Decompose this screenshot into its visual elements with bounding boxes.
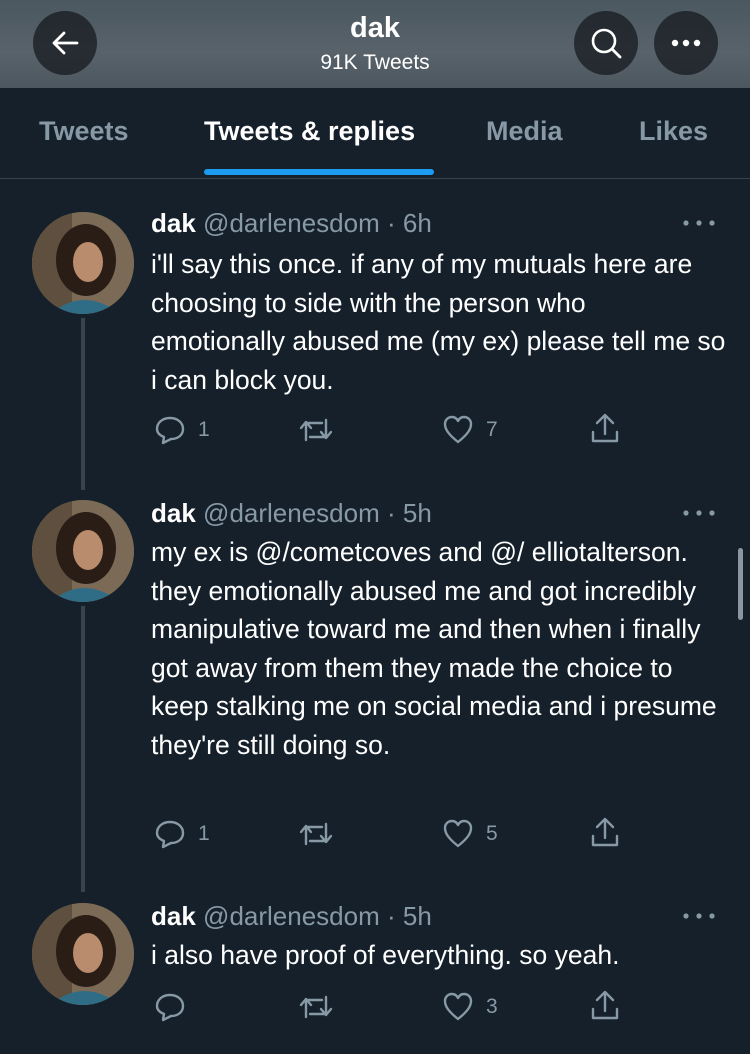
like-button[interactable]: 7 (442, 414, 498, 446)
reply-count: 1 (198, 418, 210, 441)
avatar[interactable] (32, 500, 134, 602)
more-button[interactable] (654, 11, 718, 75)
more-options-icon[interactable] (681, 216, 717, 230)
share-button[interactable] (589, 989, 621, 1023)
retweet-button[interactable] (298, 818, 334, 850)
timestamp[interactable]: · 5h (387, 901, 432, 931)
heart-icon (443, 415, 473, 444)
timestamp[interactable]: · 6h (387, 208, 432, 238)
reply-icon (155, 416, 185, 445)
retweet-button[interactable] (298, 991, 334, 1023)
reply-icon (155, 820, 185, 849)
more-options-icon[interactable] (681, 909, 717, 923)
avatar-image (32, 500, 134, 602)
tab-likes[interactable]: Likes (639, 116, 708, 147)
display-name[interactable]: dak (151, 498, 196, 528)
timestamp[interactable]: · 5h (387, 498, 432, 528)
scrollbar[interactable] (738, 548, 743, 620)
display-name[interactable]: dak (151, 901, 196, 931)
retweet-icon (299, 822, 333, 846)
avatar[interactable] (32, 903, 134, 1005)
tweet-text: i'll say this once. if any of my mutuals… (151, 249, 733, 395)
handle[interactable]: @darlenesdom (203, 901, 380, 931)
tweet-text: i also have proof of everything. so yeah… (151, 940, 620, 970)
more-options-icon[interactable] (681, 506, 717, 520)
search-button[interactable] (574, 11, 638, 75)
tab-tweets-and-replies[interactable]: Tweets & replies (204, 116, 415, 147)
thread-connector-line (81, 318, 85, 490)
display-name[interactable]: dak (151, 208, 196, 238)
like-button[interactable]: 5 (442, 818, 498, 850)
share-button[interactable] (589, 816, 621, 850)
reply-icon (155, 993, 185, 1022)
retweet-button[interactable] (298, 414, 334, 446)
tweet-header: dak @darlenesdom · 5h (151, 498, 432, 529)
avatar-image (32, 903, 134, 1005)
reply-button[interactable]: 1 (154, 414, 210, 446)
like-count: 5 (486, 822, 498, 845)
share-icon (591, 990, 619, 1020)
share-icon (591, 817, 619, 847)
heart-icon (443, 992, 473, 1021)
search-icon (591, 28, 622, 59)
heart-icon (443, 819, 473, 848)
avatar-image (32, 212, 134, 314)
tweet-text: my ex is @/cometcoves and @/ elliotalter… (151, 537, 725, 760)
handle[interactable]: @darlenesdom (203, 498, 380, 528)
profile-tabs: Tweets Tweets & replies Media Likes (0, 88, 750, 179)
more-horizontal-icon (671, 39, 701, 47)
share-button[interactable] (589, 412, 621, 446)
share-icon (591, 413, 619, 443)
tab-tweets[interactable]: Tweets (39, 116, 129, 147)
tweet-header: dak @darlenesdom · 5h (151, 901, 432, 932)
like-count: 3 (486, 995, 498, 1018)
like-count: 7 (486, 418, 498, 441)
active-tab-indicator (204, 169, 434, 175)
reply-count: 1 (198, 822, 210, 845)
retweet-icon (299, 418, 333, 442)
reply-button[interactable] (154, 991, 198, 1023)
like-button[interactable]: 3 (442, 991, 498, 1023)
thread-connector-line (81, 606, 85, 892)
tweet-count: 91K Tweets (320, 51, 430, 74)
handle[interactable]: @darlenesdom (203, 208, 380, 238)
retweet-icon (299, 995, 333, 1019)
avatar[interactable] (32, 212, 134, 314)
profile-header: dak 91K Tweets (0, 0, 750, 88)
reply-button[interactable]: 1 (154, 818, 210, 850)
tweet-header: dak @darlenesdom · 6h (151, 208, 432, 239)
tab-media[interactable]: Media (486, 116, 563, 147)
